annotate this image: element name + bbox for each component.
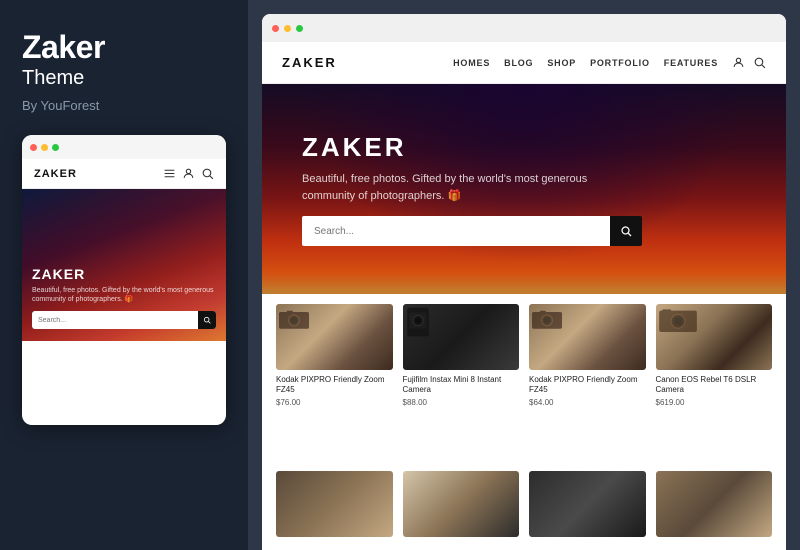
product-card-3: Kodak PIXPRO Friendly Zoom FZ45 $64.00 [529, 304, 646, 461]
product-image-7 [529, 471, 646, 537]
mobile-nav-icons [163, 167, 214, 180]
nav-portfolio[interactable]: PORTFOLIO [590, 58, 650, 68]
desktop-dot-green [296, 25, 303, 32]
dot-yellow [41, 144, 48, 151]
product-price-4: $619.00 [656, 398, 773, 407]
desktop-dot-yellow [284, 25, 291, 32]
desktop-nav-links: HOMES BLOG SHOP PORTFOLIO FEATURES [453, 58, 718, 68]
product-image-6 [403, 471, 520, 537]
product-card-7 [529, 471, 646, 542]
mobile-hero-title: ZAKER [32, 266, 216, 282]
nav-shop[interactable]: SHOP [547, 58, 576, 68]
search-btn-icon [203, 316, 211, 324]
mobile-hero: ZAKER Beautiful, free photos. Gifted by … [22, 189, 226, 341]
desktop-logo: ZAKER [282, 55, 337, 70]
desktop-hero-text: Beautiful, free photos. Gifted by the wo… [302, 171, 602, 204]
product-card-1: Kodak PIXPRO Friendly Zoom FZ45 $76.00 [276, 304, 393, 461]
product-grid: Kodak PIXPRO Friendly Zoom FZ45 $76.00 F… [262, 294, 786, 471]
desktop-nav-icons [732, 56, 766, 69]
desktop-search-icon[interactable] [753, 56, 766, 69]
mobile-search-input[interactable] [32, 317, 198, 324]
desktop-hero: ZAKER Beautiful, free photos. Gifted by … [262, 84, 786, 294]
theme-title: Zaker [22, 30, 226, 65]
right-panel: ZAKER HOMES BLOG SHOP PORTFOLIO FEATURES… [248, 0, 800, 550]
mobile-search-button[interactable] [198, 311, 216, 329]
product-card-5 [276, 471, 393, 542]
mobile-nav: ZAKER [22, 159, 226, 189]
desktop-search-button[interactable] [610, 216, 642, 246]
product-name-4: Canon EOS Rebel T6 DSLR Camera [656, 375, 773, 396]
mobile-logo: ZAKER [34, 168, 77, 180]
product-image-8 [656, 471, 773, 537]
product-name-2: Fujifilm Instax Mini 8 Instant Camera [403, 375, 520, 396]
desktop-search-bar [302, 216, 642, 246]
product-image-5 [276, 471, 393, 537]
left-panel: Zaker Theme By YouForest ZAKER ZAKER Bea… [0, 0, 248, 550]
product-image-2 [403, 304, 520, 370]
mobile-top-bar [22, 135, 226, 159]
nav-features[interactable]: FEATURES [664, 58, 718, 68]
product-name-1: Kodak PIXPRO Friendly Zoom FZ45 [276, 375, 393, 396]
desktop-user-icon[interactable] [732, 56, 745, 69]
product-image-3 [529, 304, 646, 370]
nav-homes[interactable]: HOMES [453, 58, 490, 68]
mobile-search-bar [32, 311, 216, 329]
theme-author: By YouForest [22, 98, 226, 113]
nav-blog[interactable]: BLOG [504, 58, 533, 68]
product-grid-row2 [262, 471, 786, 550]
desktop-top-bar [262, 14, 786, 42]
product-price-1: $76.00 [276, 398, 393, 407]
desktop-search-btn-icon [620, 225, 632, 237]
dot-red [30, 144, 37, 151]
desktop-nav: ZAKER HOMES BLOG SHOP PORTFOLIO FEATURES [262, 42, 786, 84]
desktop-dot-red [272, 25, 279, 32]
product-name-3: Kodak PIXPRO Friendly Zoom FZ45 [529, 375, 646, 396]
user-icon [182, 167, 195, 180]
product-card-8 [656, 471, 773, 542]
product-image-4 [656, 304, 773, 370]
search-icon [201, 167, 214, 180]
product-card-4: Canon EOS Rebel T6 DSLR Camera $619.00 [656, 304, 773, 461]
product-price-3: $64.00 [529, 398, 646, 407]
hamburger-icon [163, 167, 176, 180]
product-card-2: Fujifilm Instax Mini 8 Instant Camera $8… [403, 304, 520, 461]
desktop-search-input[interactable] [302, 216, 610, 246]
mobile-mockup: ZAKER ZAKER Beautiful, free photos. Gift… [22, 135, 226, 425]
desktop-mockup: ZAKER HOMES BLOG SHOP PORTFOLIO FEATURES… [262, 14, 786, 550]
product-price-2: $88.00 [403, 398, 520, 407]
dot-green [52, 144, 59, 151]
product-image-1 [276, 304, 393, 370]
theme-label: Theme [22, 67, 226, 90]
product-card-6 [403, 471, 520, 542]
mobile-hero-text: Beautiful, free photos. Gifted by the wo… [32, 286, 216, 306]
desktop-hero-title: ZAKER [302, 132, 746, 163]
